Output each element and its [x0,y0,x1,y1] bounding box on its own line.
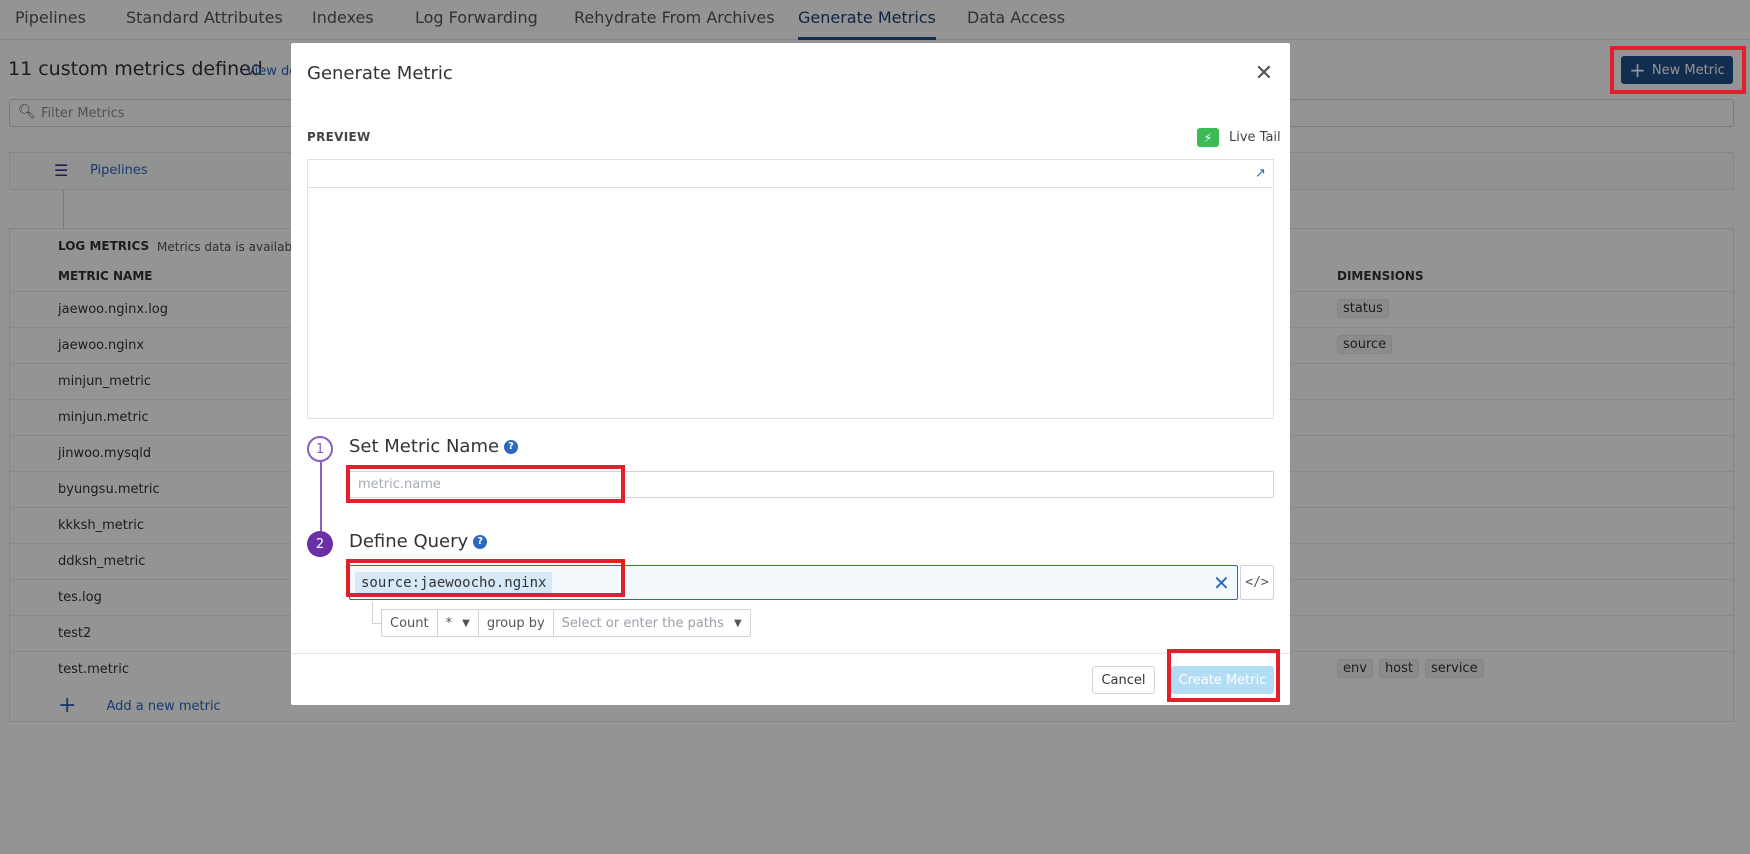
step-2-title: Define Query [349,531,469,552]
create-metric-button[interactable]: Create Metric [1171,666,1274,694]
clear-x-icon[interactable]: ✕ [1213,570,1230,596]
lightning-bolt-icon: ⚡︎ [1197,128,1219,147]
help-icon[interactable]: ? [473,534,488,549]
count-label: Count [382,610,438,636]
step-connector [320,462,322,531]
modal-title: Generate Metric [307,63,453,84]
chevron-down-icon: ▼ [733,617,742,629]
step-1-indicator: 1 [307,436,333,462]
help-icon[interactable]: ? [504,439,519,454]
external-link-icon[interactable]: ↗ [1255,166,1266,181]
live-tail-label: Live Tail [1229,130,1281,145]
preview-panel: ↗ [307,159,1274,419]
query-input[interactable]: source:jaewoocho.nginx ✕ [349,565,1238,600]
code-icon[interactable]: </> [1240,565,1274,600]
define-query-heading: Define Query ? [349,531,488,552]
set-metric-name-heading: Set Metric Name ? [349,436,519,457]
aggregation-connector-horizontal [372,623,381,624]
chevron-down-icon: ▼ [462,617,470,629]
cancel-button[interactable]: Cancel [1092,666,1155,694]
paths-placeholder: Select or enter the paths [561,615,724,631]
step-2-indicator: 2 [307,531,333,557]
preview-toolbar: ↗ [308,160,1273,188]
aggregation-connector [372,602,373,623]
generate-metric-modal: Generate Metric ✕ PREVIEW ⚡︎ Live Tail ↗… [291,43,1290,705]
group-by-paths-select[interactable]: Select or enter the paths ▼ [554,610,750,636]
aggregation-controls: Count * ▼ group by Select or enter the p… [381,609,751,637]
group-by-label: group by [479,610,554,636]
query-token[interactable]: source:jaewoocho.nginx [355,572,553,594]
measure-select[interactable]: * ▼ [438,610,479,636]
metric-name-input[interactable] [349,471,1274,498]
preview-label: PREVIEW [307,130,371,144]
measure-value: * [445,615,453,631]
live-tail-button[interactable]: ⚡︎ Live Tail [1197,128,1281,147]
close-icon[interactable]: ✕ [1251,61,1277,87]
step-1-title: Set Metric Name [349,436,500,457]
